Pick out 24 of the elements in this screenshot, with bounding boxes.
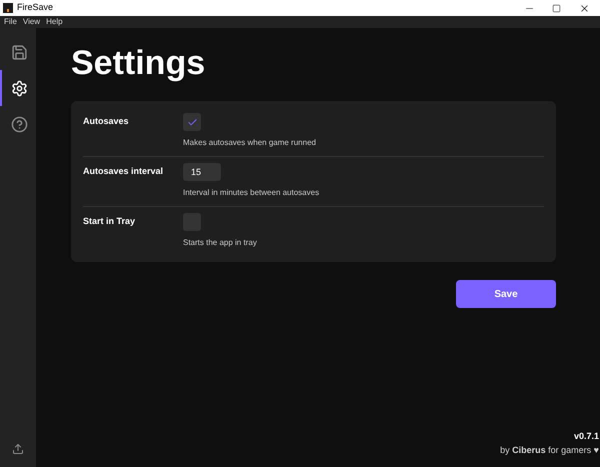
version-text: v0.7.1 — [574, 430, 599, 443]
help-icon — [10, 116, 28, 132]
menu-item[interactable]: File — [4, 18, 17, 26]
save-icon — [10, 44, 28, 60]
page-title: Settings — [71, 46, 206, 80]
upload-icon[interactable] — [12, 443, 24, 455]
input-field[interactable]: 15 — [183, 163, 221, 181]
menu-item[interactable]: Help — [46, 18, 63, 26]
setting-description: Interval in minutes between autosaves — [183, 187, 320, 199]
save-button[interactable]: Save — [456, 280, 556, 308]
setting-description: Starts the app in tray — [183, 237, 257, 249]
setting-label: Autosaves interval — [83, 165, 164, 178]
checkbox[interactable] — [183, 113, 201, 131]
setting-label: Autosaves — [83, 115, 130, 128]
credit-text: by Ciberus for gamers ♥ — [500, 444, 599, 457]
window-title: FireSave — [17, 1, 54, 14]
app-icon — [3, 3, 13, 13]
menu-item[interactable]: View — [22, 18, 40, 26]
settings-icon — [10, 80, 28, 96]
close-icon[interactable] — [579, 2, 590, 14]
check-icon — [186, 116, 198, 128]
maximize-icon[interactable] — [552, 4, 561, 12]
setting-description: Makes autosaves when game runned — [183, 137, 316, 149]
setting-label: Start in Tray — [83, 215, 136, 228]
